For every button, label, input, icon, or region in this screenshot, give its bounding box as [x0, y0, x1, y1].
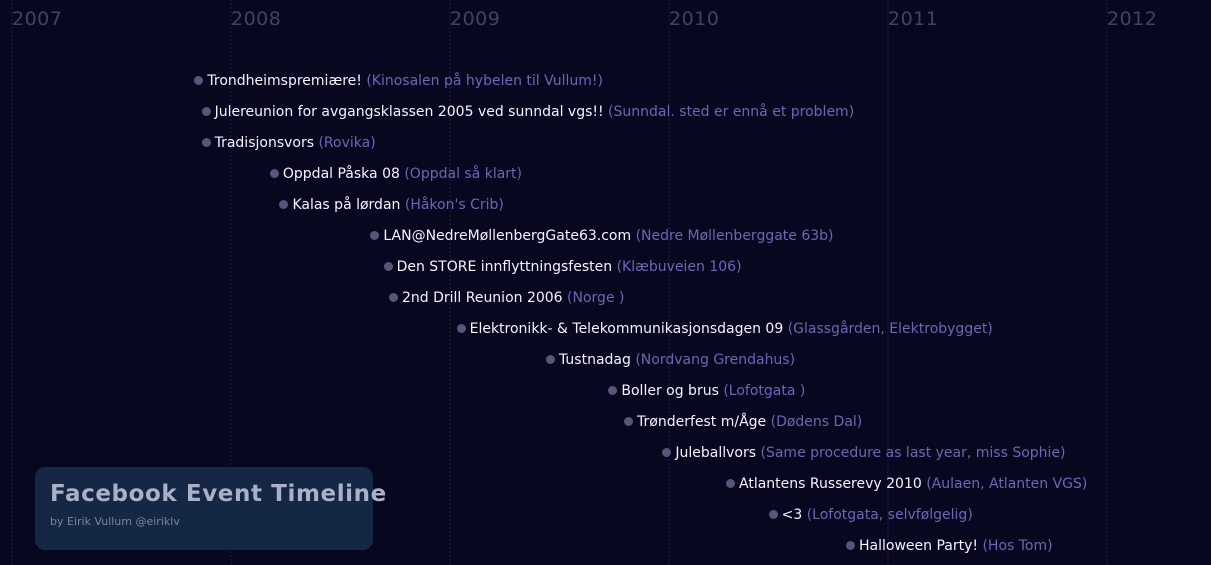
event-title[interactable]: Oppdal Påska 08: [283, 166, 400, 182]
year-label: 2010: [669, 8, 720, 30]
event-location: (Lofotgata ): [723, 383, 806, 399]
event-location: (Lofotgata, selvfølgelig): [806, 507, 973, 523]
event-dot[interactable]: [624, 417, 633, 426]
event-item[interactable]: Juleballvors (Same procedure as last yea…: [662, 443, 1066, 463]
year-gridline: [668, 0, 670, 565]
event-dot[interactable]: [662, 448, 672, 457]
event-location: (Oppdal så klart): [404, 166, 523, 182]
event-item[interactable]: <3 (Lofotgata, selvfølgelig): [768, 505, 973, 525]
event-location: (Rovika): [318, 135, 376, 151]
event-title[interactable]: <3: [782, 507, 803, 523]
event-dot[interactable]: [201, 138, 211, 147]
event-title[interactable]: Kalas på lørdan: [292, 197, 400, 213]
event-item[interactable]: Kalas på lørdan (Håkon's Crib): [279, 195, 504, 215]
event-item[interactable]: 2nd Drill Reunion 2006 (Norge ): [388, 288, 625, 308]
event-location: (Hos Tom): [982, 538, 1053, 554]
event-dot[interactable]: [768, 510, 778, 519]
event-location: (Klæbuveien 106): [616, 259, 742, 275]
event-title[interactable]: Juleballvors: [675, 445, 756, 461]
event-location: (Glassgården, Elektrobygget): [787, 321, 993, 337]
event-location: (Kinosalen på hybelen til Vullum!): [366, 73, 603, 89]
event-timeline: 2007 2008 2009 2010 2011 2012 Trondheimspremi…: [0, 0, 1211, 565]
event-location: (Håkon's Crib): [404, 197, 504, 213]
event-title[interactable]: Atlantens Russerevy 2010: [739, 476, 922, 492]
event-location: (Norge ): [567, 290, 625, 306]
year-gridline: [1106, 0, 1108, 565]
event-title[interactable]: Tradisjonsvors: [215, 135, 314, 151]
app-info-box: Facebook Event Timeline by Eirik Vullum …: [35, 467, 387, 550]
year-label: 2011: [888, 8, 939, 30]
event-dot[interactable]: [201, 107, 211, 116]
event-location: (Nedre Møllenberggate 63b): [635, 228, 834, 244]
event-item[interactable]: Julereunion for avgangsklassen 2005 ved …: [201, 102, 855, 122]
event-item[interactable]: Tradisjonsvors (Rovika): [201, 133, 376, 153]
event-item[interactable]: Atlantens Russerevy 2010 (Aulaen, Atlant…: [726, 474, 1087, 494]
event-item[interactable]: LAN@NedreMøllenbergGate63.com (Nedre Møl…: [370, 226, 834, 246]
year-label: 2012: [1107, 8, 1158, 30]
event-item[interactable]: Trønderfest m/Åge (Dødens Dal): [624, 412, 862, 432]
event-item[interactable]: Boller og brus (Lofotgata ): [608, 381, 805, 401]
event-location: (Same procedure as last year, miss Sophi…: [760, 445, 1066, 461]
event-location: (Sunndal. sted er ennå et problem): [608, 104, 855, 120]
app-byline: by Eirik Vullum @eiriklv: [50, 515, 180, 528]
event-title[interactable]: 2nd Drill Reunion 2006: [402, 290, 563, 306]
event-item[interactable]: Oppdal Påska 08 (Oppdal så klart): [269, 164, 523, 184]
event-item[interactable]: Den STORE innflyttningsfesten (Klæbuveie…: [383, 257, 742, 277]
event-item[interactable]: Tustnadag (Nordvang Grendahus): [546, 350, 795, 370]
event-title[interactable]: Trønderfest m/Åge: [637, 414, 766, 430]
event-dot[interactable]: [370, 231, 380, 240]
event-title[interactable]: Boller og brus: [621, 383, 718, 399]
event-dot[interactable]: [726, 479, 735, 488]
event-title[interactable]: Elektronikk- & Telekommunikasjonsdagen 0…: [470, 321, 784, 337]
event-title[interactable]: Julereunion for avgangsklassen 2005 ved …: [215, 104, 604, 120]
year-gridline: [11, 0, 13, 565]
year-label: 2009: [450, 8, 501, 30]
event-title[interactable]: Trondheimspremiære!: [207, 73, 361, 89]
event-title[interactable]: Tustnadag: [559, 352, 631, 368]
event-dot[interactable]: [388, 293, 398, 302]
event-dot[interactable]: [456, 324, 466, 333]
event-location: (Aulaen, Atlanten VGS): [926, 476, 1088, 492]
event-location: (Nordvang Grendahus): [635, 352, 796, 368]
event-dot[interactable]: [846, 541, 855, 550]
event-dot[interactable]: [279, 200, 289, 209]
event-dot[interactable]: [194, 76, 204, 85]
event-item[interactable]: Trondheimspremiære! (Kinosalen på hybele…: [194, 71, 603, 91]
event-title[interactable]: Den STORE innflyttningsfesten: [397, 259, 613, 275]
year-label: 2007: [12, 8, 63, 30]
event-dot[interactable]: [269, 169, 279, 178]
event-title[interactable]: Halloween Party!: [859, 538, 978, 554]
event-item[interactable]: Elektronikk- & Telekommunikasjonsdagen 0…: [456, 319, 993, 339]
event-item[interactable]: Halloween Party! (Hos Tom): [846, 536, 1053, 556]
app-title: Facebook Event Timeline: [50, 481, 387, 507]
year-label: 2008: [231, 8, 282, 30]
event-dot[interactable]: [608, 386, 618, 395]
event-title[interactable]: LAN@NedreMøllenbergGate63.com: [383, 228, 631, 244]
event-dot[interactable]: [383, 262, 393, 271]
event-dot[interactable]: [546, 355, 555, 364]
event-location: (Dødens Dal): [770, 414, 863, 430]
